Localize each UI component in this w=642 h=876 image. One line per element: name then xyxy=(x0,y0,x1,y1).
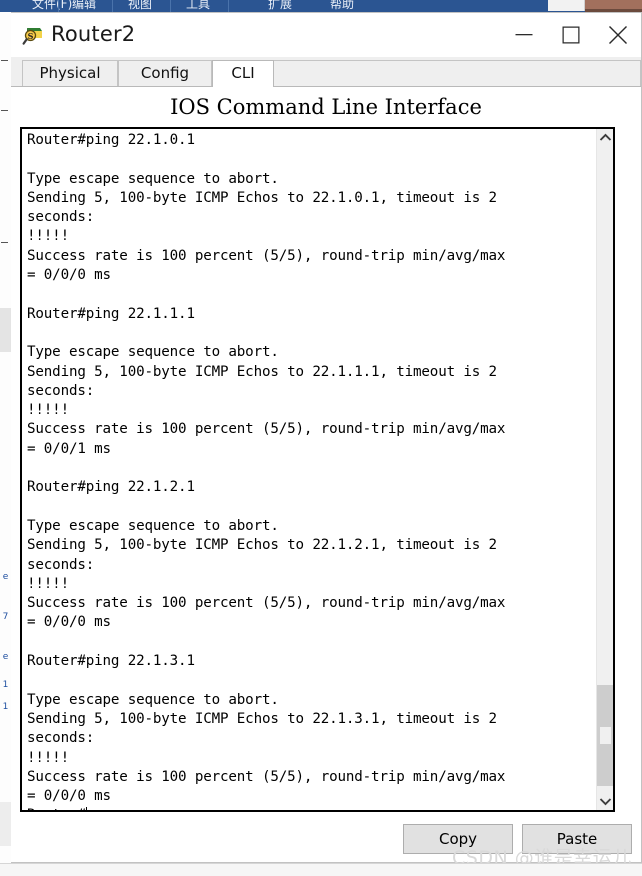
terminal-cursor xyxy=(85,807,87,810)
bg-menu-item-1: 编辑 xyxy=(72,0,97,11)
bg-strip-mark xyxy=(1,110,8,111)
bg-menu-divider xyxy=(170,0,171,12)
bg-strip-block xyxy=(0,802,11,846)
bg-strip-glyph-0: e xyxy=(2,572,9,582)
bg-strip-glyph-2: e xyxy=(2,652,9,662)
cli-terminal[interactable]: Router#ping 22.1.0.1 Type escape sequenc… xyxy=(20,127,615,812)
svg-text:S: S xyxy=(28,31,34,41)
chevron-down-icon[interactable] xyxy=(597,793,613,810)
chevron-up-icon[interactable] xyxy=(597,129,613,146)
bg-strip-mark xyxy=(1,242,8,243)
router-magnifier-icon: S xyxy=(22,24,44,46)
window-title-bar: S Router2 xyxy=(11,13,641,57)
bg-strip-block xyxy=(0,308,11,352)
bg-strip-mark xyxy=(1,60,8,61)
background-bottom-strip xyxy=(0,863,642,876)
close-icon[interactable] xyxy=(594,13,641,57)
background-toolbar-fragment xyxy=(548,0,585,11)
bg-menu-divider xyxy=(112,0,113,12)
bg-menu-divider xyxy=(228,0,229,12)
terminal-scrollbar[interactable] xyxy=(596,129,613,810)
bg-menu-item-5: 帮助 xyxy=(330,0,355,11)
maximize-icon[interactable] xyxy=(547,13,594,57)
bg-menu-item-2: 视图 xyxy=(128,0,153,11)
tab-strip-filler xyxy=(274,60,641,86)
bg-strip-glyph-1: 7 xyxy=(2,612,9,622)
scrollbar-thumb[interactable] xyxy=(597,685,613,786)
terminal-prompt: Router# xyxy=(27,807,86,810)
bg-strip-glyph-4: 1 xyxy=(2,702,9,712)
terminal-output: Router#ping 22.1.0.1 Type escape sequenc… xyxy=(27,131,595,810)
background-menu-bar: 文件(F) 编辑 视图 工具 扩展 帮助 xyxy=(0,0,642,12)
cli-heading: IOS Command Line Interface xyxy=(11,87,641,123)
bg-menu-item-4: 扩展 xyxy=(268,0,293,11)
scrollbar-grip xyxy=(600,727,611,744)
minimize-icon[interactable] xyxy=(500,13,547,57)
tab-physical[interactable]: Physical xyxy=(22,60,118,86)
tab-cli[interactable]: CLI xyxy=(212,60,274,87)
window-title-text: Router2 xyxy=(51,22,136,46)
bg-menu-item-3: 工具 xyxy=(186,0,211,11)
bg-menu-divider xyxy=(58,0,59,12)
background-image-fragment xyxy=(585,0,642,9)
tab-strip: Physical Config CLI xyxy=(11,57,641,87)
bg-menu-item-0: 文件(F) xyxy=(32,0,73,11)
bg-strip-glyph-3: 1 xyxy=(2,680,9,690)
router-config-window: S Router2 Physical Config CLI IOS Comman… xyxy=(11,12,642,863)
tab-config[interactable]: Config xyxy=(118,60,212,86)
